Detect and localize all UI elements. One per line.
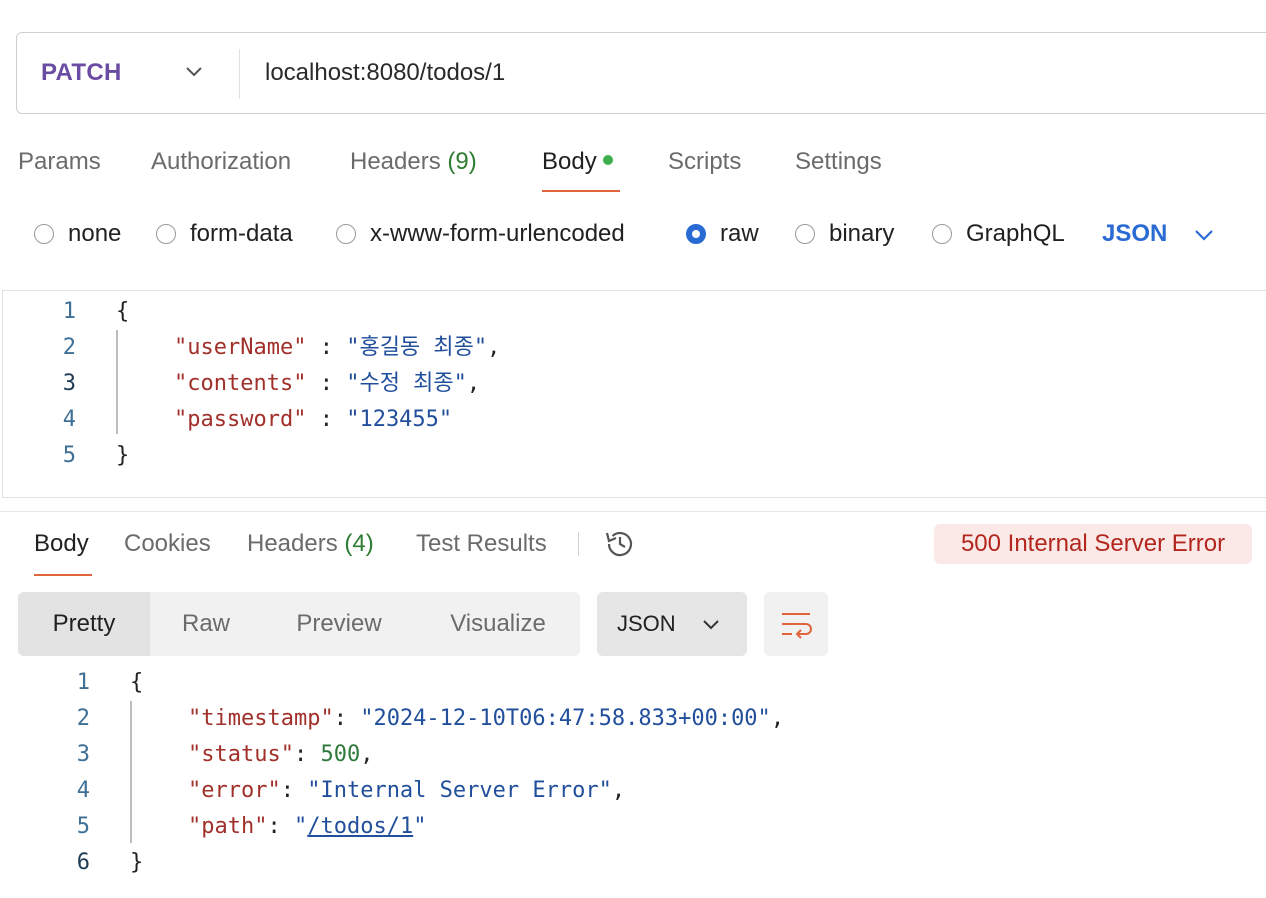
line-number: 3	[76, 742, 90, 767]
json-key: "contents"	[174, 371, 307, 396]
code-line: {	[130, 670, 144, 695]
json-value: 500	[320, 742, 361, 767]
code-line: "timestamp": "2024-12-10T06:47:58.833+00…	[188, 706, 785, 731]
response-line-numbers: 1 2 3 4 5 6	[50, 665, 90, 881]
tab-separator	[578, 532, 579, 556]
body-type-none[interactable]: none	[34, 220, 121, 248]
line-number: 4	[76, 778, 90, 803]
json-key: "path"	[188, 814, 268, 839]
json-key: "password"	[174, 407, 307, 432]
json-key: "error"	[188, 778, 281, 803]
code-line: "status": 500,	[188, 742, 374, 767]
line-number: 6	[76, 850, 90, 875]
response-tab-headers-label: Headers	[247, 530, 338, 557]
body-type-form-data[interactable]: form-data	[156, 220, 293, 248]
radio-raw[interactable]	[686, 224, 706, 244]
json-key: "timestamp"	[188, 706, 334, 731]
response-format-label: JSON	[617, 611, 676, 636]
raw-format-select[interactable]: JSON	[1102, 220, 1167, 248]
code-line: "error": "Internal Server Error",	[188, 778, 626, 803]
radio-none-label: none	[68, 220, 122, 247]
radio-graphql[interactable]	[932, 224, 952, 244]
body-type-binary[interactable]: binary	[795, 220, 894, 248]
wrap-lines-button[interactable]	[764, 592, 828, 656]
json-quote: "	[293, 814, 308, 839]
url-input[interactable]: localhost:8080/todos/1	[265, 59, 505, 87]
json-quote: "	[413, 814, 427, 839]
radio-form-data[interactable]	[156, 224, 176, 244]
tab-params[interactable]: Params	[18, 148, 101, 176]
line-number: 1	[76, 670, 90, 695]
code-line: "password" : "123455"	[174, 407, 453, 432]
code-line: "path": "/todos/1"	[188, 814, 427, 839]
response-tab-headers[interactable]: Headers (4)	[247, 530, 374, 558]
line-number: 5	[62, 443, 76, 468]
tab-headers-count: (9)	[447, 148, 477, 175]
wrap-lines-icon	[782, 613, 812, 639]
chevron-down-icon[interactable]	[1194, 228, 1214, 242]
line-number: 1	[62, 299, 76, 324]
request-url-bar: PATCH localhost:8080/todos/1	[16, 32, 1266, 114]
active-tab-underline	[34, 574, 92, 576]
response-format-select[interactable]: JSON	[597, 592, 747, 656]
body-type-urlencoded[interactable]: x-www-form-urlencoded	[336, 220, 625, 248]
radio-graphql-label: GraphQL	[966, 220, 1065, 247]
json-key: "userName"	[174, 335, 307, 360]
line-number: 2	[76, 706, 90, 731]
request-code[interactable]: { "userName" : "홍길동 최종", "contents" : "수…	[116, 294, 500, 474]
view-pretty[interactable]: Pretty	[18, 592, 150, 656]
radio-urlencoded-label: x-www-form-urlencoded	[370, 220, 625, 247]
line-number: 3	[62, 371, 76, 396]
tab-headers[interactable]: Headers (9)	[350, 148, 477, 176]
tab-headers-label: Headers	[350, 148, 441, 175]
json-value: "Internal Server Error"	[307, 778, 612, 803]
radio-none[interactable]	[34, 224, 54, 244]
radio-form-data-label: form-data	[190, 220, 293, 247]
code-line: }	[130, 850, 144, 875]
code-line: "userName" : "홍길동 최종",	[174, 335, 501, 360]
view-preview[interactable]: Preview	[262, 592, 416, 656]
line-number: 5	[76, 814, 90, 839]
tab-authorization[interactable]: Authorization	[151, 148, 291, 176]
response-tab-test-results[interactable]: Test Results	[416, 530, 547, 558]
tab-body-label: Body	[542, 148, 597, 175]
code-line: "contents" : "수정 최종",	[174, 371, 481, 396]
json-value: "2024-12-10T06:47:58.833+00:00"	[360, 706, 771, 731]
radio-binary-label: binary	[829, 220, 895, 247]
radio-urlencoded[interactable]	[336, 224, 356, 244]
response-tab-cookies[interactable]: Cookies	[124, 530, 211, 558]
active-tab-underline	[542, 190, 620, 192]
line-number: 4	[62, 407, 76, 432]
view-visualize[interactable]: Visualize	[416, 592, 580, 656]
history-icon[interactable]	[603, 527, 637, 561]
status-badge: 500 Internal Server Error	[934, 524, 1252, 564]
body-type-graphql[interactable]: GraphQL	[932, 220, 1065, 248]
chevron-down-icon[interactable]	[702, 618, 720, 632]
tab-scripts[interactable]: Scripts	[668, 148, 741, 176]
section-divider	[0, 511, 1266, 512]
code-line: }	[116, 443, 130, 468]
response-tab-body[interactable]: Body	[34, 530, 89, 558]
response-view-selector: Pretty Raw Preview Visualize	[18, 592, 580, 656]
json-value: "123455"	[346, 407, 453, 432]
tab-body[interactable]: Body	[542, 148, 613, 176]
response-tab-headers-count: (4)	[344, 530, 374, 557]
response-code: { "timestamp": "2024-12-10T06:47:58.833+…	[130, 665, 784, 881]
json-key: "status"	[188, 742, 294, 767]
view-raw[interactable]: Raw	[150, 592, 262, 656]
request-line-numbers: 1 2 3 4 5	[36, 294, 76, 474]
path-link[interactable]: /todos/1	[307, 814, 413, 839]
chevron-down-icon[interactable]	[185, 65, 203, 79]
url-separator	[239, 49, 240, 99]
json-value: "수정 최종"	[346, 371, 467, 396]
tab-settings[interactable]: Settings	[795, 148, 882, 176]
method-select[interactable]: PATCH	[41, 59, 122, 87]
modified-dot	[602, 154, 613, 165]
line-number: 2	[62, 335, 76, 360]
radio-binary[interactable]	[795, 224, 815, 244]
radio-raw-label: raw	[720, 220, 759, 247]
code-line: {	[116, 299, 130, 324]
json-value: "홍길동 최종"	[346, 335, 488, 360]
body-type-raw[interactable]: raw	[686, 220, 759, 248]
